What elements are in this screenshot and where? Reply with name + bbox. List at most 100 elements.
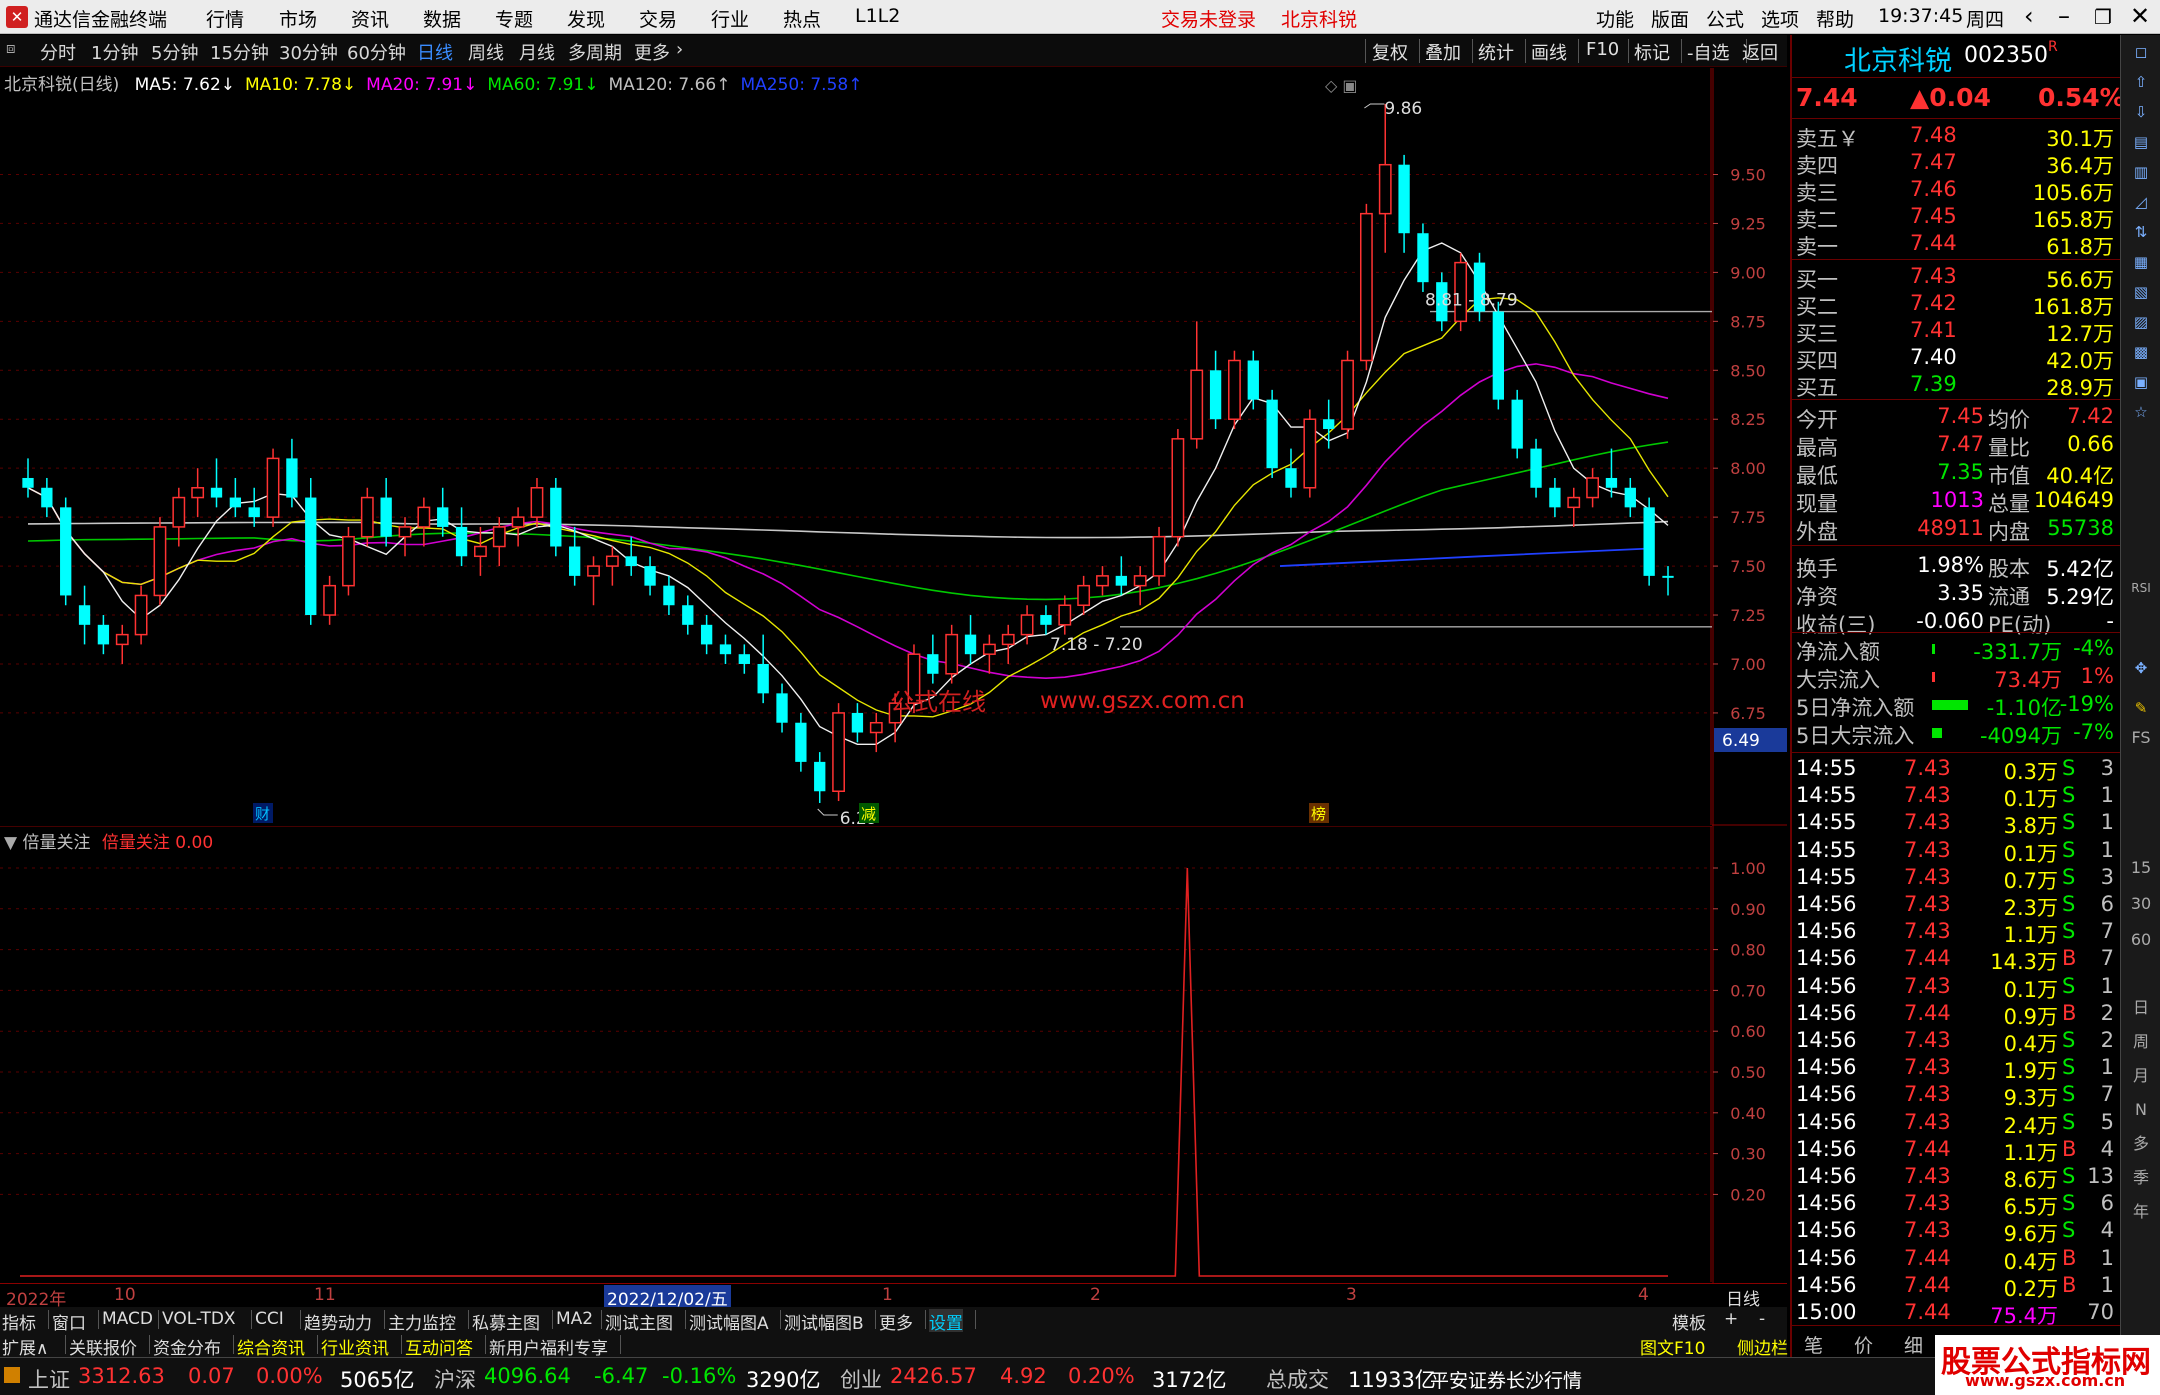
tab-item[interactable]: 关联报价 [69, 1334, 137, 1359]
side-period-button[interactable]: 15 [2127, 855, 2155, 881]
side-tool-icon[interactable]: ▨ [2127, 309, 2155, 335]
app-menu-icon[interactable] [4, 1367, 20, 1383]
quote-tab[interactable]: 细 [1904, 1331, 1923, 1358]
tool-overlay[interactable]: 叠加 [1425, 39, 1461, 65]
side-period-button[interactable]: 多 [2127, 1131, 2155, 1157]
restore-icon[interactable]: ❐ [2094, 5, 2112, 29]
menu-market[interactable]: 市场 [279, 5, 317, 32]
tab-item[interactable]: 趋势动力 [304, 1309, 372, 1334]
close-icon[interactable]: ✕ [2130, 2, 2150, 30]
toggle-panel-icon[interactable]: ⧈ [6, 39, 16, 57]
tab-right-item[interactable]: 模板 [1672, 1309, 1706, 1334]
side-period-button[interactable]: 30 [2127, 891, 2155, 917]
side-tool-icon[interactable]: ▧ [2127, 279, 2155, 305]
tab-item[interactable]: 设置 [929, 1309, 963, 1334]
tab-item[interactable]: 行业资讯 [321, 1334, 389, 1359]
tool-mark[interactable]: 标记 [1634, 39, 1670, 65]
menu-data[interactable]: 数据 [423, 5, 461, 32]
tab-item[interactable]: 扩展∧ [2, 1334, 48, 1359]
menu-news[interactable]: 资讯 [351, 5, 389, 32]
pen-icon[interactable]: ✎ [2127, 695, 2155, 721]
side-tool-icon[interactable]: ⇅ [2127, 219, 2155, 245]
side-tool-icon[interactable]: ⇩ [2127, 99, 2155, 125]
tab-item[interactable]: 新用户福利专享 [489, 1334, 608, 1359]
side-period-button[interactable]: 周 [2127, 1029, 2155, 1055]
candlestick-chart[interactable]: 北京科锐(日线) MA5: 7.62↓ MA10: 7.78↓ MA20: 7.91… [0, 68, 1715, 829]
menu-topics[interactable]: 专题 [495, 5, 533, 32]
tab-right-item[interactable]: 图文F10 [1640, 1334, 1705, 1359]
side-period-button[interactable]: RSI [2127, 575, 2155, 601]
side-tool-icon[interactable]: ▣ [2127, 369, 2155, 395]
menu-help[interactable]: 帮助 [1816, 5, 1854, 32]
menu-layout[interactable]: 版面 [1651, 5, 1689, 32]
tool-f10[interactable]: F10 [1586, 39, 1619, 60]
menu-options[interactable]: 选项 [1761, 5, 1799, 32]
menu-formula[interactable]: 公式 [1706, 5, 1744, 32]
side-period-button[interactable]: 年 [2127, 1199, 2155, 1225]
menu-industry[interactable]: 行业 [711, 5, 749, 32]
side-tool-icon[interactable]: ⇧ [2127, 69, 2155, 95]
tab-item[interactable]: MACD [102, 1309, 153, 1329]
period-weekly[interactable]: 周线 [468, 39, 504, 65]
period-5min[interactable]: 5分钟 [151, 39, 198, 65]
indicator-chart[interactable]: ▼ 倍量关注 倍量关注 0.00 [0, 825, 1715, 1282]
index-name[interactable]: 上证 [28, 1364, 70, 1394]
tab-right-item[interactable]: + [1724, 1309, 1738, 1329]
period-monthly[interactable]: 月线 [519, 39, 555, 65]
side-period-button[interactable]: 日 [2127, 995, 2155, 1021]
period-1min[interactable]: 1分钟 [91, 39, 138, 65]
tool-draw[interactable]: 画线 [1531, 39, 1567, 65]
side-period-button[interactable]: 季 [2127, 1165, 2155, 1191]
period-30min[interactable]: 30分钟 [279, 39, 338, 65]
menu-trade[interactable]: 交易 [639, 5, 677, 32]
side-tool-icon[interactable]: ▩ [2127, 339, 2155, 365]
back-icon[interactable]: ‹ [2024, 2, 2034, 30]
tab-item[interactable]: 互动问答 [405, 1334, 473, 1359]
chart-settings-icon[interactable]: ◇ ▣ [1325, 76, 1358, 95]
side-period-button[interactable]: FS [2127, 725, 2155, 751]
side-period-button[interactable]: N [2127, 1097, 2155, 1123]
tab-item[interactable]: 主力监控 [388, 1309, 456, 1334]
period-multi[interactable]: 多周期 [568, 39, 622, 65]
period-60min[interactable]: 60分钟 [347, 39, 406, 65]
side-tool-icon[interactable]: ▤ [2127, 129, 2155, 155]
tab-right-item[interactable]: - [1759, 1309, 1765, 1329]
tab-item[interactable]: CCI [255, 1309, 284, 1329]
side-tool-icon[interactable]: ◻ [2127, 39, 2155, 65]
period-intraday[interactable]: 分时 [40, 39, 76, 65]
tool-adjust[interactable]: 复权 [1372, 39, 1408, 65]
side-period-button[interactable]: 月 [2127, 1063, 2155, 1089]
tab-item[interactable]: VOL-TDX [162, 1309, 236, 1329]
tool-return[interactable]: 返回 [1742, 39, 1778, 65]
tool-stats[interactable]: 统计 [1478, 39, 1514, 65]
menu-hot[interactable]: 热点 [783, 5, 821, 32]
tab-item[interactable]: 测试主图 [605, 1309, 673, 1334]
menu-l1l2[interactable]: L1L2 [855, 5, 900, 27]
menu-functions[interactable]: 功能 [1596, 5, 1634, 32]
tab-item[interactable]: MA2 [556, 1309, 593, 1329]
tab-item[interactable]: 综合资讯 [237, 1334, 305, 1359]
menu-market-quotes[interactable]: 行情 [206, 5, 244, 32]
chevron-right-icon[interactable]: › [676, 39, 683, 60]
menu-discover[interactable]: 发现 [567, 5, 605, 32]
quote-tab[interactable]: 笔 [1804, 1331, 1823, 1358]
minimize-icon[interactable]: – [2058, 2, 2070, 30]
side-period-button[interactable]: 60 [2127, 927, 2155, 953]
index-name[interactable]: 创业 [840, 1364, 882, 1394]
side-tool-icon[interactable]: ☆ [2127, 399, 2155, 425]
quote-tab[interactable]: 价 [1854, 1331, 1873, 1358]
side-tool-icon[interactable]: ◿ [2127, 189, 2155, 215]
period-more[interactable]: 更多 [634, 39, 670, 65]
tool-remove-favorite[interactable]: -自选 [1687, 39, 1730, 65]
tab-item[interactable]: 测试幅图B [784, 1309, 864, 1334]
tab-item[interactable]: 窗口 [52, 1309, 86, 1334]
tab-item[interactable]: 指标 [2, 1309, 36, 1334]
collapse-icon[interactable]: ▼ [4, 833, 17, 853]
tab-item[interactable]: 资金分布 [153, 1334, 221, 1359]
tab-item[interactable]: 测试幅图A [689, 1309, 769, 1334]
side-tool-icon[interactable]: ▥ [2127, 159, 2155, 185]
period-15min[interactable]: 15分钟 [210, 39, 269, 65]
trade-login-status[interactable]: 交易未登录 [1161, 5, 1256, 32]
index-name[interactable]: 沪深 [434, 1364, 476, 1394]
move-icon[interactable]: ✥ [2127, 655, 2155, 681]
